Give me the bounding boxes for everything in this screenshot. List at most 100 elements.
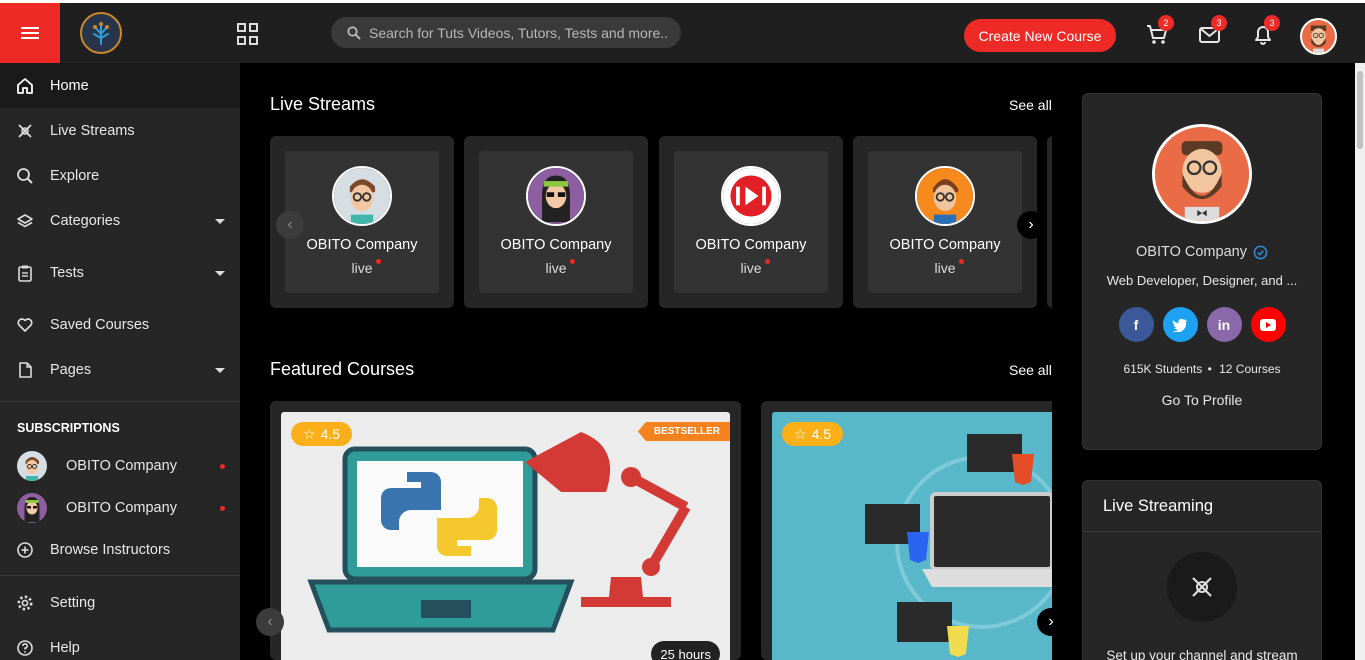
- stream-avatar: [332, 166, 392, 226]
- rating-value: 4.5: [320, 426, 341, 442]
- stream-avatar: [915, 166, 975, 226]
- facebook-icon[interactable]: f: [1118, 307, 1154, 342]
- browse-instructors-link[interactable]: Browse Instructors: [0, 529, 240, 571]
- man-glasses-avatar-icon: [334, 168, 390, 224]
- stream-live-status: live: [545, 259, 575, 276]
- profile-role: Web Developer, Designer, and ...: [1106, 273, 1298, 288]
- heart-icon: [17, 317, 33, 332]
- live-streaming-title: Live Streaming: [1083, 481, 1321, 532]
- profile-card: OBITO Company Web Developer, Designer, a…: [1082, 93, 1322, 450]
- subscription-avatar: [17, 451, 47, 481]
- featured-see-all-link[interactable]: See all: [1009, 362, 1052, 378]
- sidebar-item-label: Home: [50, 77, 89, 94]
- course-card[interactable]: ☆ 4.5: [761, 401, 1052, 660]
- page-scrollbar[interactable]: [1355, 63, 1365, 660]
- messages-button[interactable]: 3: [1197, 15, 1227, 47]
- python-laptop-illustration: [307, 432, 691, 633]
- rating-badge: ☆ 4.5: [782, 422, 844, 446]
- sidebar-item-label: Tests: [50, 264, 84, 281]
- cart-button[interactable]: 2: [1144, 15, 1174, 47]
- sidebar-item-live-streams[interactable]: Live Streams: [0, 108, 240, 153]
- profile-name[interactable]: OBITO Company: [1136, 244, 1247, 260]
- profile-name-row: OBITO Company: [1083, 244, 1321, 260]
- woman-sunglasses-avatar-icon: [17, 493, 47, 523]
- stats-separator: •: [1207, 362, 1212, 376]
- search-bar[interactable]: [331, 17, 681, 48]
- streams-prev-button[interactable]: ‹: [276, 211, 304, 239]
- create-course-button[interactable]: Create New Course: [964, 19, 1116, 52]
- subscription-item[interactable]: OBITO Company: [0, 487, 240, 529]
- notification-badge: 3: [1264, 15, 1280, 31]
- sidebar-item-pages[interactable]: Pages: [0, 347, 240, 392]
- stream-live-status: live: [740, 259, 770, 276]
- bearded-man-avatar-icon: [1302, 20, 1335, 53]
- search-input[interactable]: [369, 24, 669, 41]
- web-development-illustration: [865, 434, 1052, 657]
- site-logo[interactable]: [80, 12, 122, 54]
- sidebar-item-label: Categories: [50, 212, 121, 229]
- scrollbar-thumb[interactable]: [1357, 71, 1363, 149]
- tree-logo-icon: [93, 22, 109, 45]
- live-indicator-dot: [220, 464, 225, 469]
- sidebar-item-label: Setting: [50, 594, 96, 611]
- youtube-play-icon: [1260, 318, 1276, 331]
- file-icon: [19, 361, 32, 378]
- sidebar-divider: [0, 575, 240, 576]
- courses-next-button[interactable]: ›: [1037, 608, 1065, 636]
- bestseller-badge: BESTSELLER: [637, 422, 730, 441]
- stream-card[interactable]: [1047, 136, 1052, 308]
- live-streams-see-all-link[interactable]: See all: [1009, 97, 1052, 113]
- live-indicator-dot: [220, 506, 225, 511]
- stream-avatar: [721, 166, 781, 226]
- go-to-profile-link[interactable]: Go To Profile: [1162, 392, 1243, 408]
- youtube-icon[interactable]: [1250, 307, 1286, 342]
- subscription-name: OBITO Company: [66, 458, 177, 474]
- menu-toggle-button[interactable]: [0, 3, 60, 63]
- linkedin-icon[interactable]: in: [1206, 307, 1242, 342]
- streams-next-button[interactable]: ›: [1017, 211, 1045, 239]
- stream-avatar: [526, 166, 586, 226]
- courses-prev-button[interactable]: ‹: [256, 608, 284, 636]
- chevron-right-icon: ›: [1048, 613, 1054, 630]
- layers-icon: [17, 213, 33, 227]
- chevron-down-icon: [215, 270, 225, 276]
- sidebar-item-label: Explore: [50, 167, 100, 184]
- woman-sunglasses-avatar-icon: [528, 168, 584, 224]
- sidebar-item-saved-courses[interactable]: Saved Courses: [0, 302, 240, 347]
- sidebar-item-label: Pages: [50, 361, 92, 378]
- featured-courses-heading: Featured Courses: [270, 359, 415, 379]
- courses-count: 12 Courses: [1219, 362, 1281, 376]
- subscription-item[interactable]: OBITO Company: [0, 445, 240, 487]
- twitter-bird-icon: [1172, 318, 1187, 332]
- user-avatar[interactable]: [1300, 18, 1337, 55]
- sidebar: Home Live Streams Explore Categories Tes…: [0, 63, 240, 660]
- social-links: f in: [1083, 307, 1321, 342]
- chevron-left-icon: ‹: [287, 216, 293, 233]
- sidebar-item-tests[interactable]: Tests: [0, 243, 240, 302]
- sidebar-item-label: Browse Instructors: [50, 542, 171, 558]
- subscription-name: OBITO Company: [66, 500, 177, 516]
- students-count: 615K Students: [1123, 362, 1203, 376]
- stream-card[interactable]: OBITO Company live: [659, 136, 843, 308]
- live-streaming-button[interactable]: [1167, 552, 1237, 622]
- notifications-button[interactable]: 3: [1250, 15, 1280, 47]
- live-streams-carousel: OBITO Company live OBITO Company live OB…: [270, 136, 1052, 308]
- verified-check-icon: [1253, 245, 1268, 259]
- sidebar-item-categories[interactable]: Categories: [0, 198, 240, 243]
- profile-avatar[interactable]: [1152, 124, 1252, 224]
- stream-card[interactable]: OBITO Company live: [464, 136, 648, 308]
- search-icon: [347, 25, 361, 40]
- course-card[interactable]: ☆ 4.5 BESTSELLER 25 hours: [270, 401, 741, 660]
- plus-circle-icon: [17, 542, 33, 558]
- sidebar-item-explore[interactable]: Explore: [0, 153, 240, 198]
- apps-grid-icon[interactable]: [237, 23, 259, 45]
- sidebar-item-home[interactable]: Home: [0, 63, 240, 108]
- twitter-icon[interactable]: [1162, 307, 1198, 342]
- subscriptions-heading: SUBSCRIPTIONS: [17, 421, 120, 435]
- stream-card[interactable]: OBITO Company live: [853, 136, 1037, 308]
- sidebar-item-help[interactable]: Help: [0, 625, 240, 660]
- stream-channel-name: OBITO Company: [306, 237, 418, 253]
- course-thumbnail: ☆ 4.5 BESTSELLER 25 hours: [281, 412, 730, 660]
- sidebar-item-setting[interactable]: Setting: [0, 580, 240, 625]
- bearded-man-avatar-icon: [1155, 127, 1249, 221]
